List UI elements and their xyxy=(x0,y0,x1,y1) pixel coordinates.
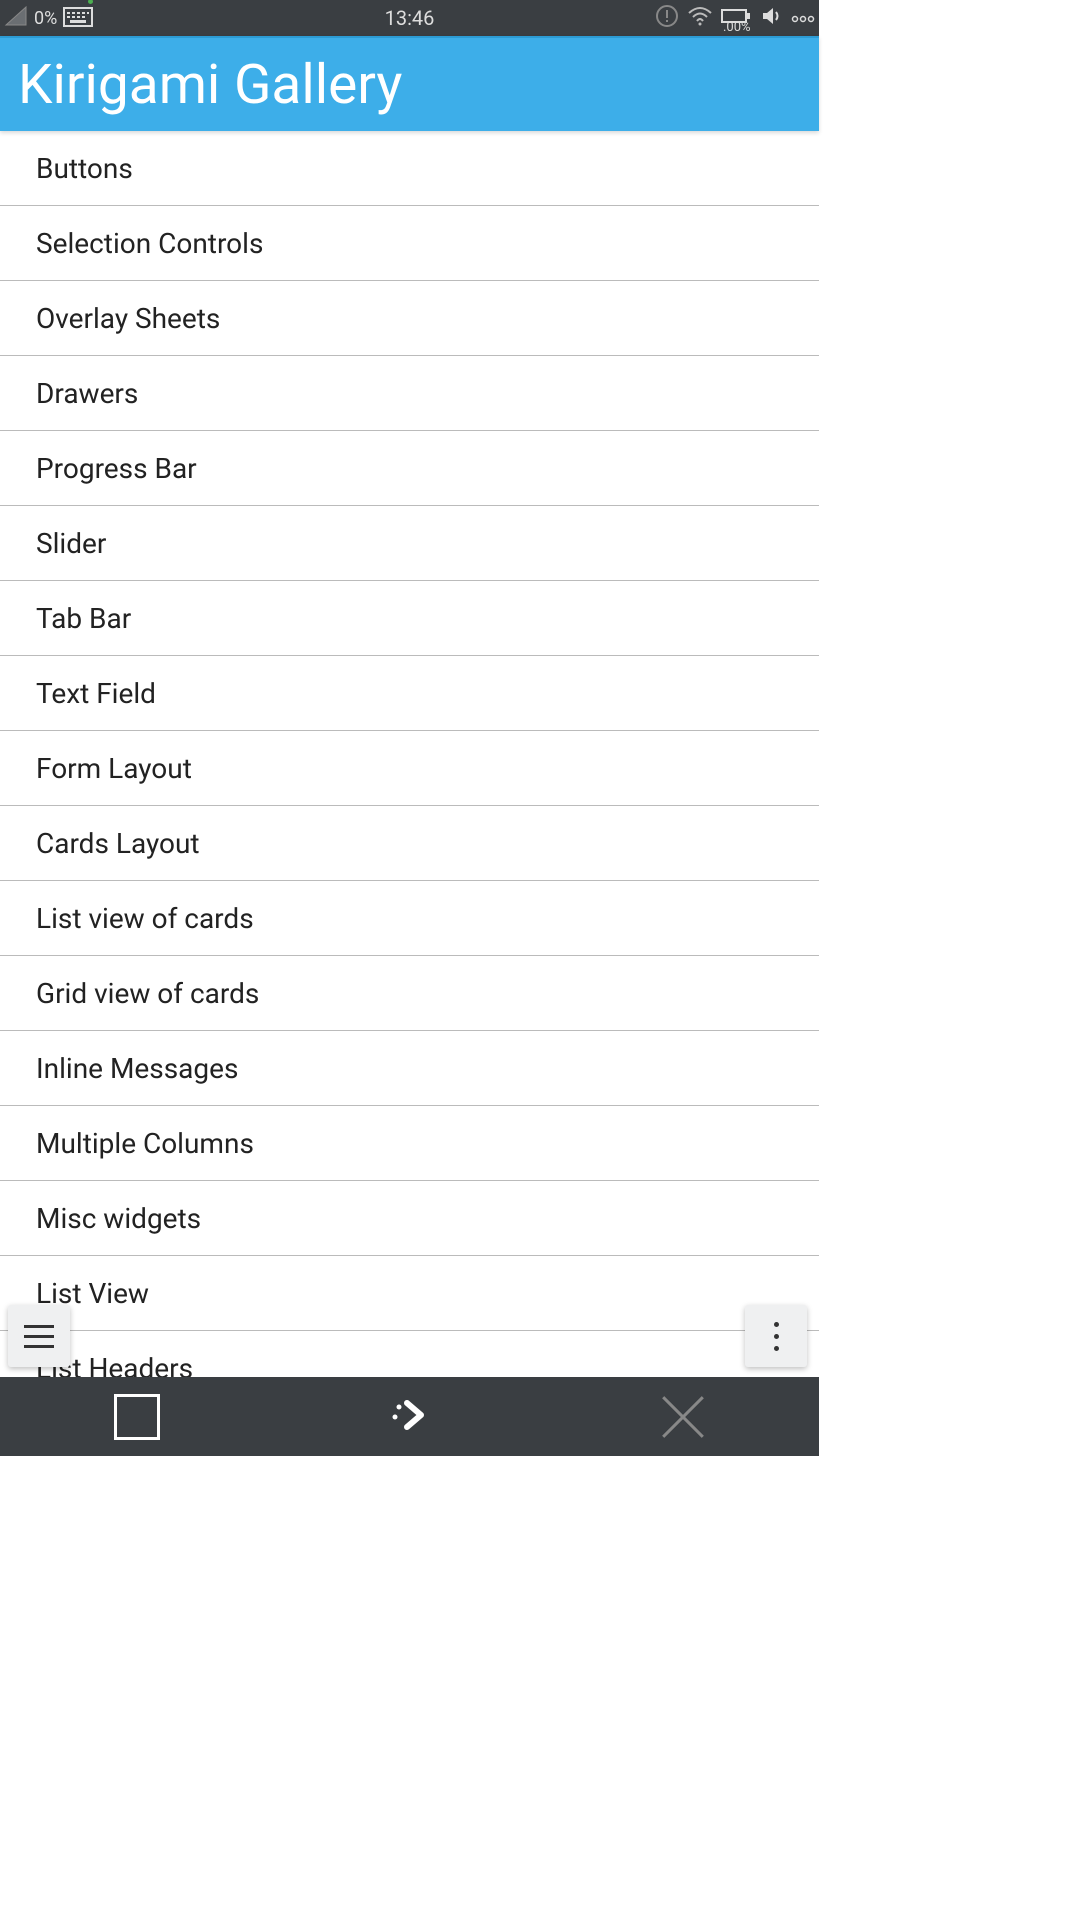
list-item[interactable]: Multiple Columns xyxy=(0,1106,819,1181)
list-item-label: Multiple Columns xyxy=(36,1127,254,1160)
overflow-button[interactable] xyxy=(745,1305,807,1367)
battery-icon: .00% xyxy=(721,7,751,29)
home-icon xyxy=(385,1395,435,1439)
list-item[interactable]: Cards Layout xyxy=(0,806,819,881)
status-right: .00% xyxy=(655,4,815,32)
list-item-label: Grid view of cards xyxy=(36,977,259,1010)
list-item[interactable]: Grid view of cards xyxy=(0,956,819,1031)
list-item[interactable]: Drawers xyxy=(0,356,819,431)
keyboard-icon xyxy=(63,5,93,31)
list-item-label: Cards Layout xyxy=(36,827,200,860)
list-item[interactable]: Form Layout xyxy=(0,731,819,806)
signal-icon xyxy=(4,5,28,31)
list-item-label: Progress Bar xyxy=(36,452,197,485)
list-item-label: List view of cards xyxy=(36,902,254,935)
nav-recent-button[interactable] xyxy=(87,1387,187,1447)
menu-button[interactable] xyxy=(8,1305,70,1367)
volume-icon xyxy=(759,4,783,32)
list-item-label: Drawers xyxy=(36,377,138,410)
list-item-label: Tab Bar xyxy=(36,602,131,635)
square-icon xyxy=(114,1394,160,1440)
close-icon xyxy=(658,1392,708,1442)
status-left: 0% xyxy=(4,5,93,31)
status-bar: 0% 13:46 xyxy=(0,0,819,36)
wifi-icon xyxy=(687,5,713,31)
nav-bar xyxy=(0,1377,819,1456)
page-title: Kirigami Gallery xyxy=(18,53,402,117)
list-item[interactable]: Text Field xyxy=(0,656,819,731)
app-header: Kirigami Gallery xyxy=(0,36,819,131)
list-item[interactable]: Tab Bar xyxy=(0,581,819,656)
list-item[interactable]: List Headers xyxy=(0,1331,819,1377)
list-item-label: Text Field xyxy=(36,677,156,710)
list-item[interactable]: Progress Bar xyxy=(0,431,819,506)
list-item[interactable]: Overlay Sheets xyxy=(0,281,819,356)
list-item-label: Form Layout xyxy=(36,752,192,785)
list-item-label: Overlay Sheets xyxy=(36,302,220,335)
nav-home-button[interactable] xyxy=(360,1387,460,1447)
list-item[interactable]: List View xyxy=(0,1256,819,1331)
battery-text: .00% xyxy=(723,20,751,35)
more-dots-icon xyxy=(791,9,815,28)
status-time: 13:46 xyxy=(385,6,435,30)
list-item[interactable]: Inline Messages xyxy=(0,1031,819,1106)
list-item-label: Buttons xyxy=(36,152,133,185)
list-item-label: Slider xyxy=(36,527,106,560)
main-list[interactable]: Buttons Selection Controls Overlay Sheet… xyxy=(0,131,819,1377)
alert-icon xyxy=(655,4,679,32)
list-item[interactable]: Slider xyxy=(0,506,819,581)
list-item-label: Misc widgets xyxy=(36,1202,201,1235)
dots-vertical-icon xyxy=(774,1322,779,1351)
list-item-label: Inline Messages xyxy=(36,1052,238,1085)
signal-percent: 0% xyxy=(34,8,57,29)
nav-close-button[interactable] xyxy=(633,1387,733,1447)
list-item[interactable]: Buttons xyxy=(0,131,819,206)
list-item[interactable]: Selection Controls xyxy=(0,206,819,281)
list-item[interactable]: Misc widgets xyxy=(0,1181,819,1256)
list-item-label: Selection Controls xyxy=(36,227,263,260)
list-item[interactable]: List view of cards xyxy=(0,881,819,956)
hamburger-icon xyxy=(24,1325,54,1348)
